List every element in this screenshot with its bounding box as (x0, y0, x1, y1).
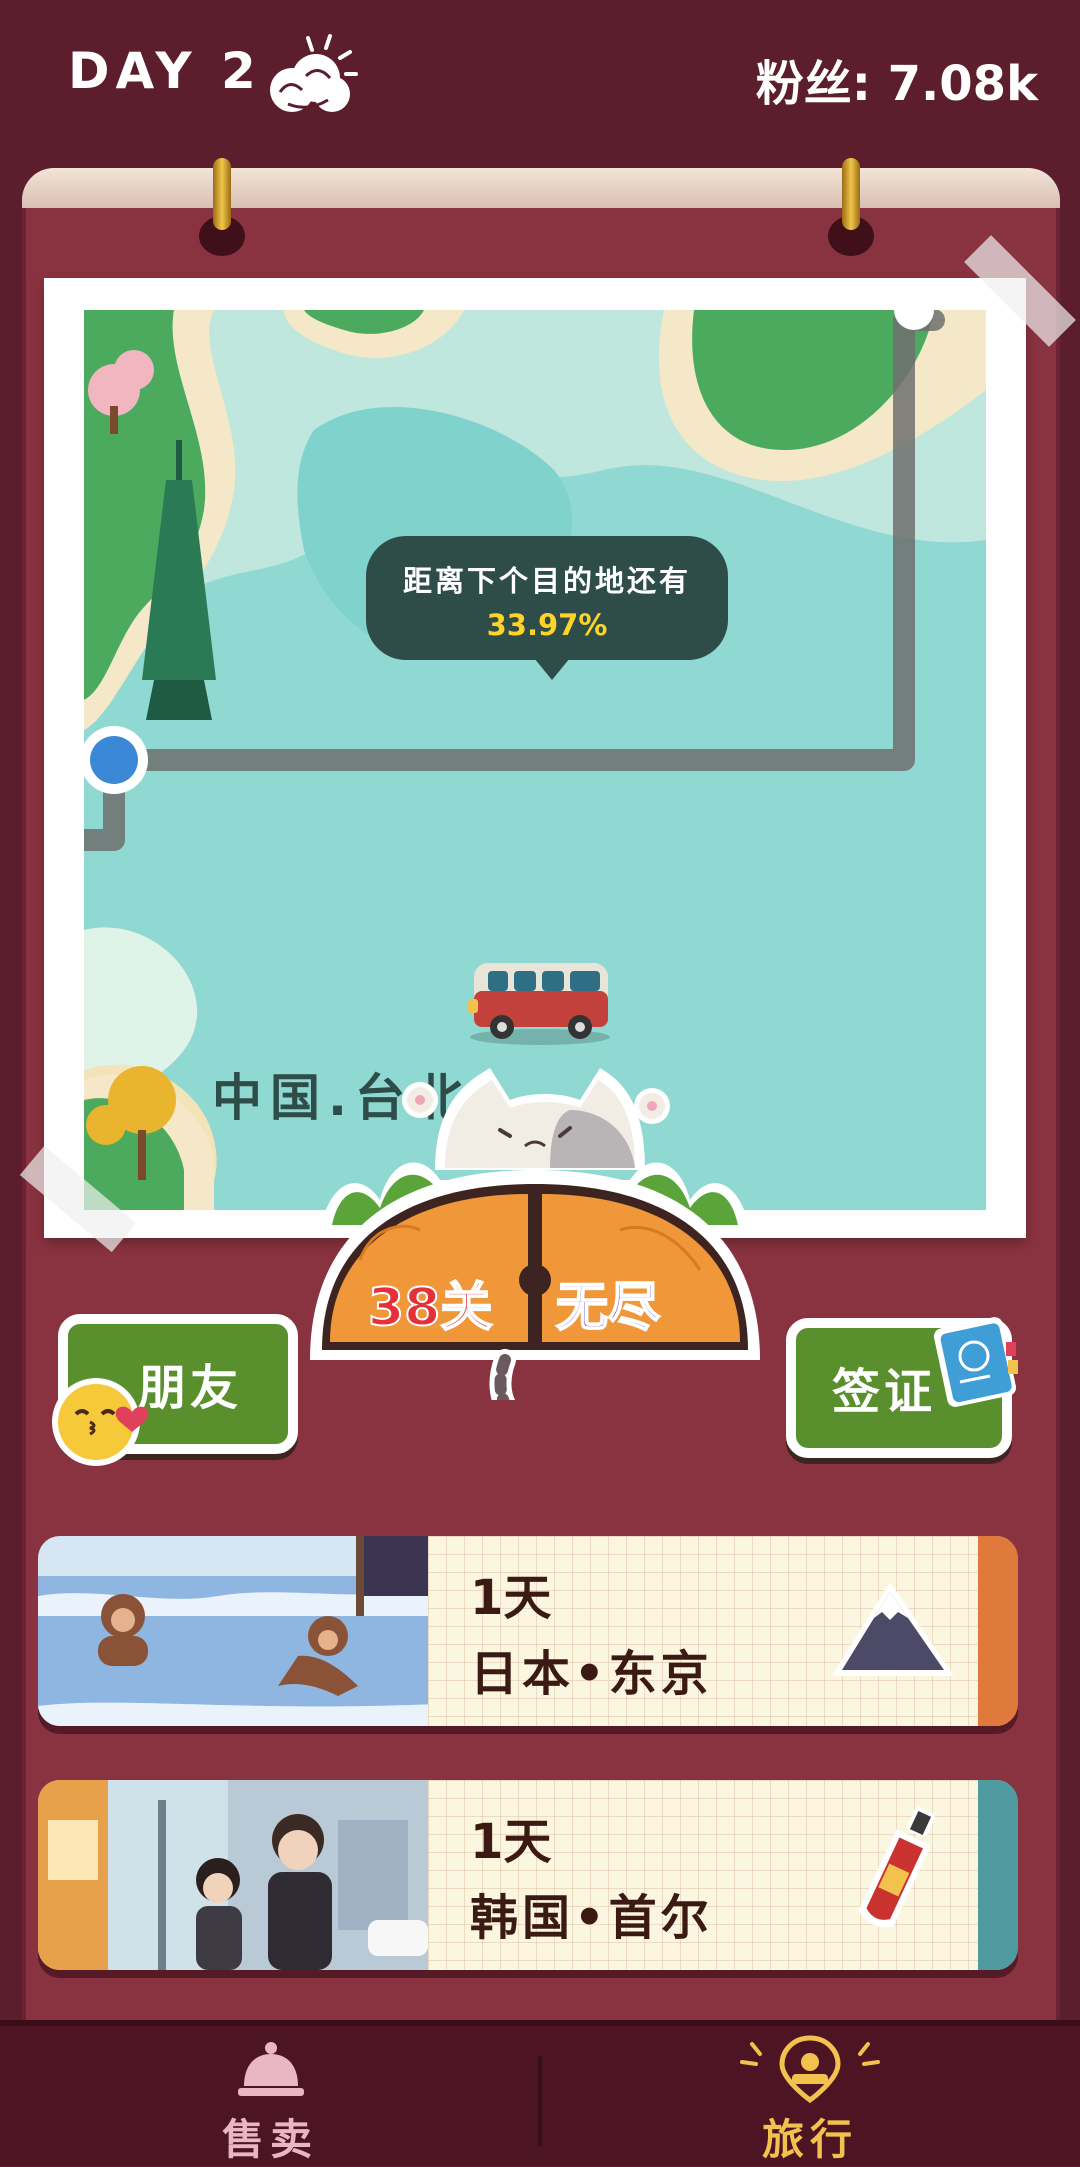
destination-info-tokyo: 1天 日本•东京 (428, 1536, 1008, 1726)
progress-percent: 33.97% (486, 608, 608, 642)
bottom-nav-bar: 售卖 旅行 (0, 2020, 1080, 2166)
destination-days: 1天 (470, 1814, 552, 1870)
destination-city: 韩国•首尔 (470, 1890, 713, 1946)
kiss-face-icon (52, 1378, 149, 1466)
notebook-top-edge (22, 168, 1060, 208)
destination-card-tokyo[interactable]: 1天 日本•东京 (38, 1536, 1018, 1726)
map-pin-icon (740, 2035, 880, 2104)
hot-sauce-icon (858, 1806, 936, 1928)
progress-caption: 距离下个目的地还有 (402, 564, 691, 598)
binder-ring-left (199, 158, 245, 258)
binder-ring-right (828, 158, 874, 258)
destination-days: 1天 (470, 1570, 552, 1626)
service-bell-icon (238, 2042, 304, 2096)
nav-travel-label: 旅行 (761, 2115, 858, 2164)
fans-counter: 粉丝: 7.08k (756, 44, 1038, 114)
passport-icon (933, 1317, 1018, 1407)
mountain-icon (832, 1582, 954, 1676)
level-mode-selector[interactable] (300, 1060, 770, 1400)
levels-label[interactable]: 38关 (367, 1265, 493, 1340)
fans-label: 粉丝: (755, 56, 871, 112)
destination-card-seoul[interactable]: 1天 韩国•首尔 (38, 1780, 1018, 1970)
tokyo-snow-monkey-scene (38, 1536, 438, 1726)
destination-info-seoul: 1天 韩国•首尔 (428, 1780, 1008, 1970)
fans-value: 7.08k (887, 56, 1038, 112)
nav-sell-label: 售卖 (221, 2115, 318, 2164)
nav-sell-tab[interactable]: 售卖 (0, 2026, 540, 2166)
destination-edge-seoul (978, 1780, 1018, 1970)
seoul-street-scene (38, 1780, 438, 1970)
progress-tooltip: 距离下个目的地还有 33.97% (366, 536, 728, 680)
cloud-sun-icon (270, 34, 358, 112)
tour-bus-icon (468, 963, 610, 1045)
destination-city: 日本•东京 (470, 1646, 713, 1702)
destination-edge-tokyo (978, 1536, 1018, 1726)
visa-label: 签证 (832, 1364, 937, 1420)
nav-travel-tab[interactable]: 旅行 (540, 2026, 1080, 2166)
endless-label[interactable]: 无尽 (555, 1265, 661, 1340)
hud-day-label: DAY 2 (68, 42, 262, 100)
